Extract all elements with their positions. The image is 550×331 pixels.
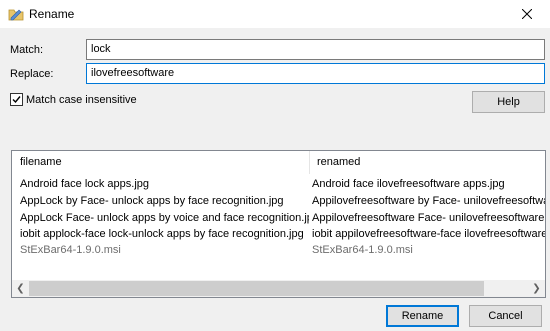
- case-insensitive-checkbox[interactable]: [10, 93, 23, 106]
- replace-label: Replace:: [10, 68, 54, 80]
- column-header-renamed[interactable]: renamed: [309, 151, 545, 174]
- replace-input[interactable]: ilovefreesoftware: [86, 63, 545, 84]
- renamed-cell: iobit appilovefreesoftware-face ilovefre…: [312, 228, 546, 240]
- checkmark-icon: [12, 96, 21, 104]
- file-list[interactable]: filename renamed Android face lock apps.…: [11, 150, 546, 298]
- window-title: Rename: [29, 7, 75, 21]
- scrollbar-thumb[interactable]: [29, 281, 484, 296]
- renamed-cell: StExBar64-1.9.0.msi: [312, 244, 413, 256]
- table-row[interactable]: Android face lock apps.jpg Android face …: [12, 176, 545, 192]
- horizontal-scrollbar[interactable]: ❮ ❯: [12, 280, 545, 297]
- title-bar: Rename: [0, 0, 550, 28]
- filename-cell: StExBar64-1.9.0.msi: [20, 244, 121, 256]
- match-input[interactable]: lock: [86, 39, 545, 60]
- case-insensitive-label[interactable]: Match case insensitive: [26, 94, 137, 106]
- filename-cell: Android face lock apps.jpg: [20, 178, 150, 190]
- help-button[interactable]: Help: [472, 91, 545, 113]
- close-button[interactable]: [504, 0, 550, 28]
- scroll-right-icon[interactable]: ❯: [528, 280, 545, 297]
- renamed-cell: Android face ilovefreesoftware apps.jpg: [312, 178, 505, 190]
- rename-app-icon: [8, 7, 24, 21]
- filename-cell: iobit applock-face lock-unlock apps by f…: [20, 228, 304, 240]
- cancel-button[interactable]: Cancel: [469, 305, 542, 327]
- scroll-left-icon[interactable]: ❮: [12, 280, 29, 297]
- table-row[interactable]: AppLock by Face- unlock apps by face rec…: [12, 193, 546, 209]
- close-icon: [522, 9, 532, 19]
- renamed-cell: Appilovefreesoftware Face- unilovefreeso…: [312, 212, 546, 224]
- rename-button[interactable]: Rename: [386, 305, 459, 327]
- table-row[interactable]: StExBar64-1.9.0.msi StExBar64-1.9.0.msi: [12, 242, 545, 258]
- renamed-cell: Appilovefreesoftware by Face- unilovefre…: [312, 195, 546, 207]
- table-row[interactable]: AppLock Face- unlock apps by voice and f…: [12, 210, 546, 226]
- table-row[interactable]: iobit applock-face lock-unlock apps by f…: [12, 226, 546, 242]
- filename-cell: AppLock by Face- unlock apps by face rec…: [20, 195, 284, 207]
- match-label: Match:: [10, 44, 44, 56]
- filename-cell: AppLock Face- unlock apps by voice and f…: [20, 212, 309, 224]
- column-header-filename[interactable]: filename: [12, 151, 309, 174]
